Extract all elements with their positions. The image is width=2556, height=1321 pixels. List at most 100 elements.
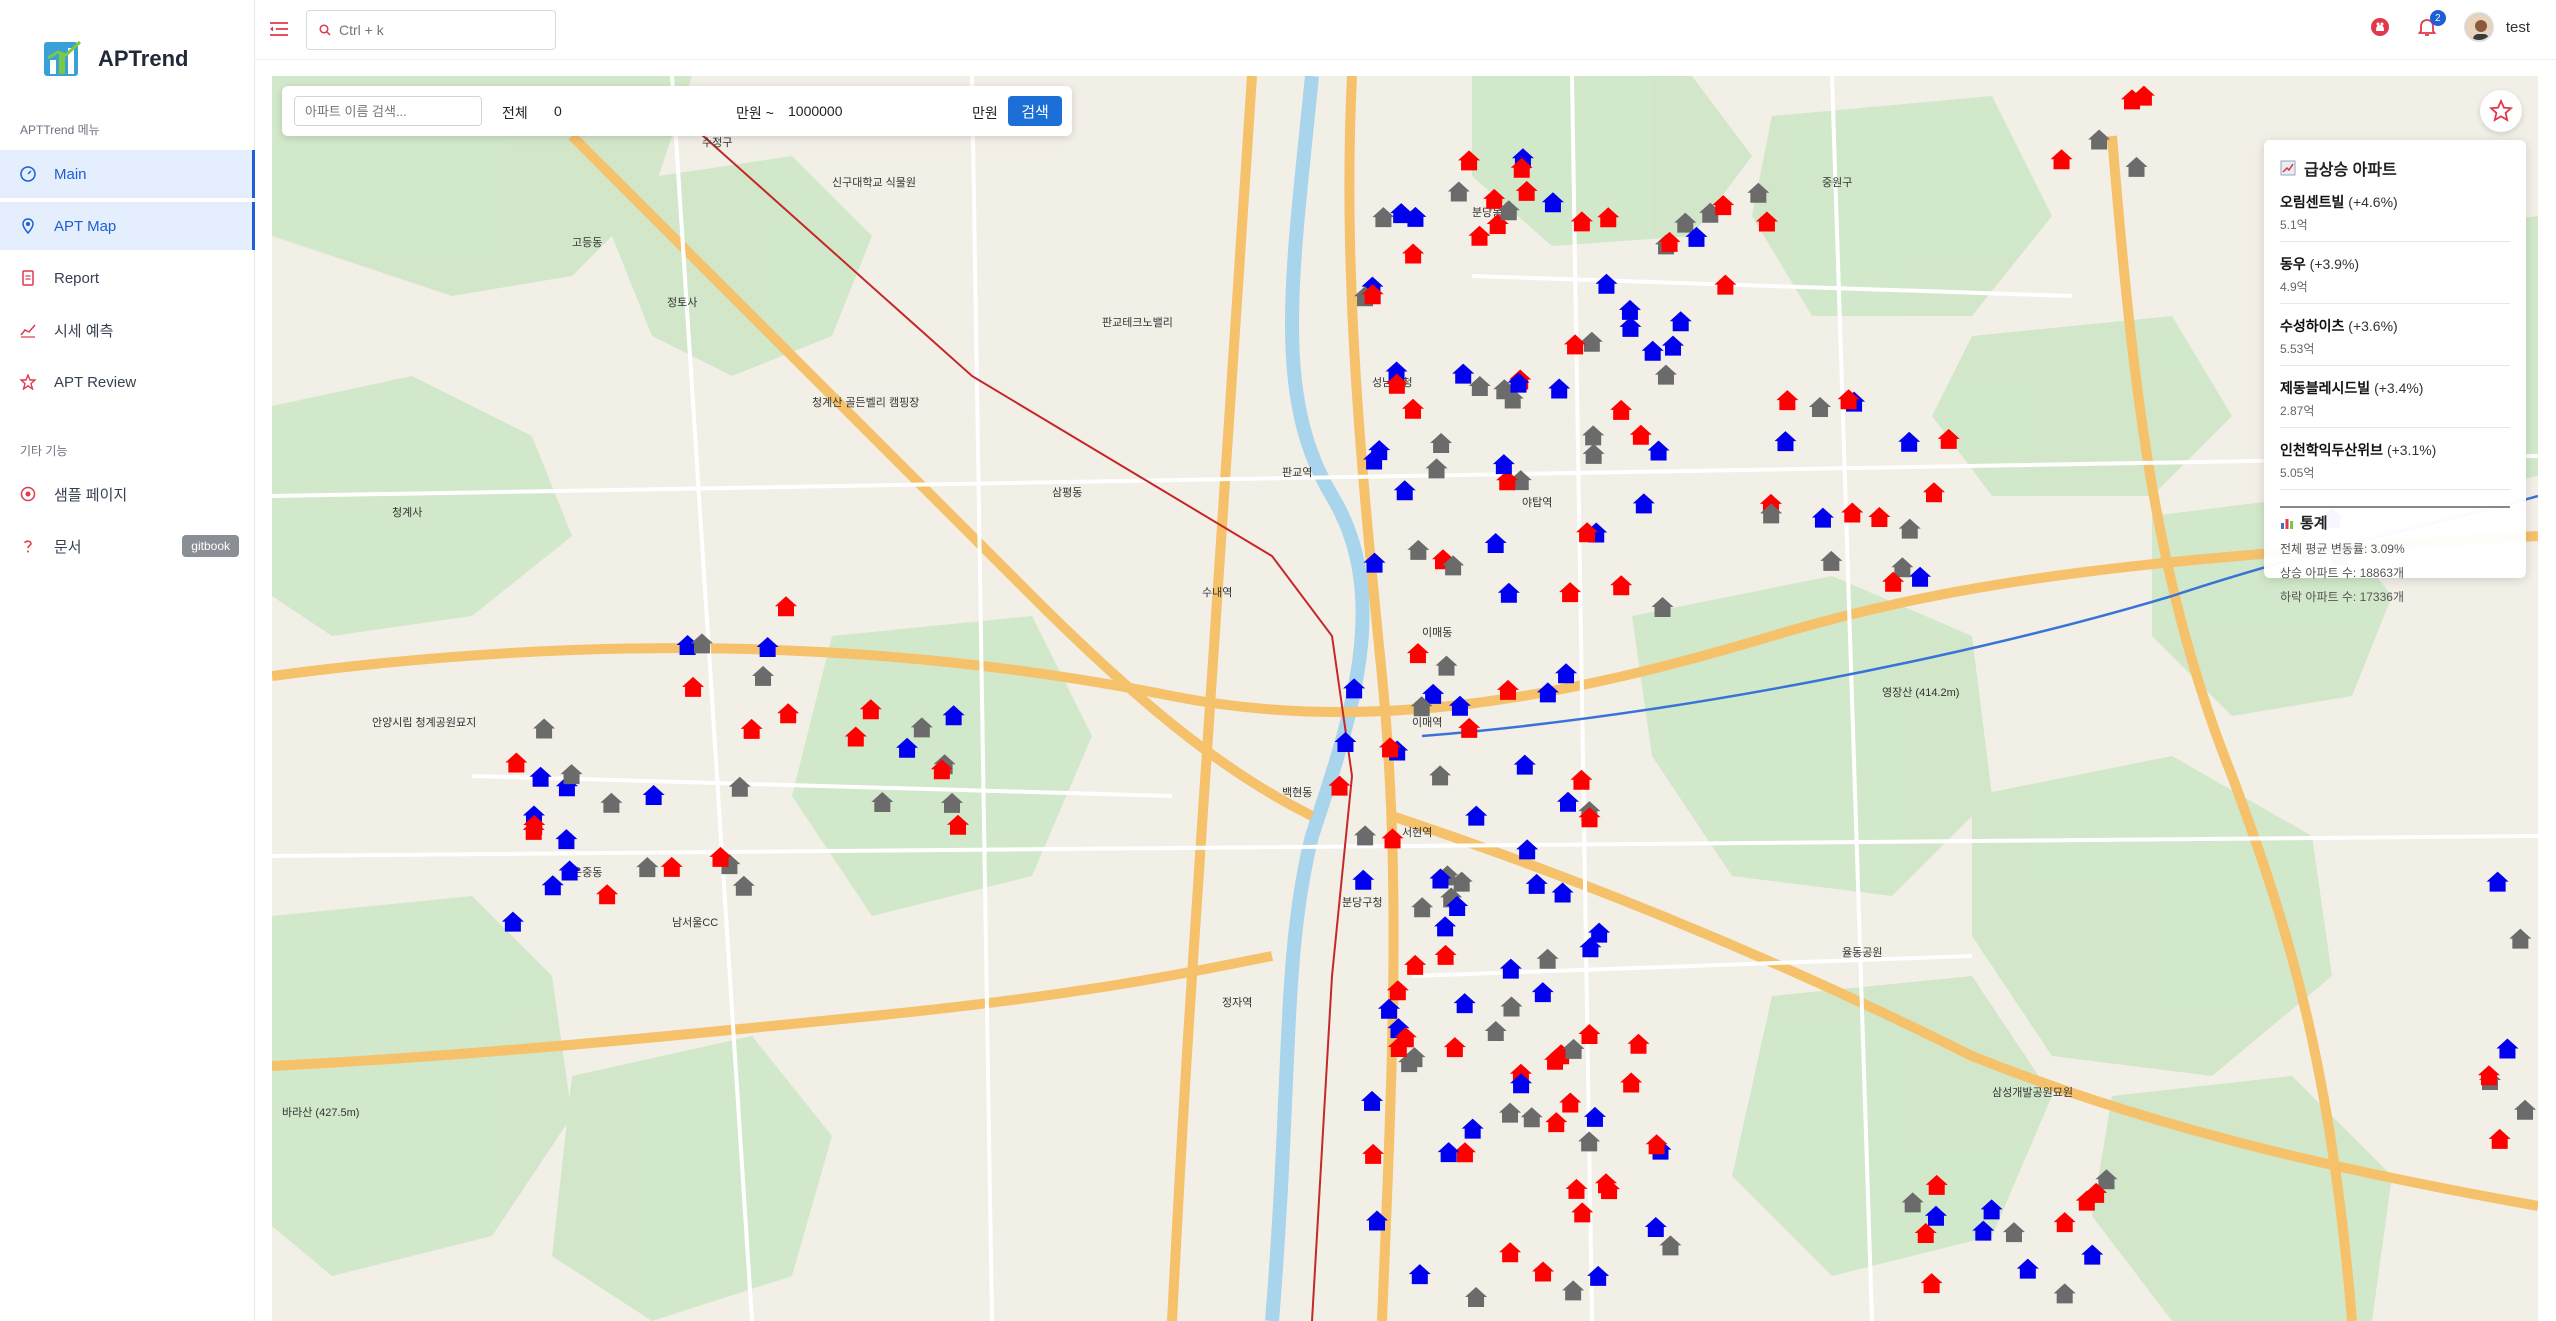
apartment-marker[interactable]: [2125, 156, 2148, 177]
apartment-marker[interactable]: [1647, 440, 1670, 461]
apartment-marker[interactable]: [1776, 390, 1799, 411]
apartment-marker[interactable]: [600, 792, 623, 813]
apartment-marker[interactable]: [1564, 334, 1587, 355]
apartment-marker[interactable]: [740, 718, 763, 739]
apartment-marker[interactable]: [1406, 643, 1429, 664]
apartment-marker[interactable]: [1808, 396, 1831, 417]
apartment-marker[interactable]: [541, 875, 564, 896]
apartment-map[interactable]: 수정구중원구성남시청분당구청이매역판교역정자역수내역서현역야탑역청계산 골든벨리…: [272, 76, 2538, 1321]
notification-button[interactable]: 2: [2416, 10, 2446, 38]
max-price-input[interactable]: 1000000: [788, 103, 843, 119]
trend-list-item[interactable]: 동우 (+3.9%) 4.9억: [2280, 242, 2510, 304]
apartment-marker[interactable]: [1429, 765, 1452, 786]
apartment-marker[interactable]: [1390, 203, 1413, 224]
apartment-marker[interactable]: [1516, 839, 1539, 860]
apartment-marker[interactable]: [777, 703, 800, 724]
apartment-marker[interactable]: [1610, 399, 1633, 420]
apartment-marker[interactable]: [1595, 1173, 1618, 1194]
apartment-marker[interactable]: [1920, 1273, 1943, 1294]
apartment-marker[interactable]: [1499, 958, 1522, 979]
apartment-marker[interactable]: [2509, 928, 2532, 949]
apartment-marker[interactable]: [1484, 1020, 1507, 1041]
apartment-marker[interactable]: [1437, 1142, 1460, 1163]
apartment-marker[interactable]: [1525, 873, 1548, 894]
apartment-marker[interactable]: [1595, 273, 1618, 294]
apartment-marker[interactable]: [1618, 299, 1641, 320]
apartment-marker[interactable]: [1484, 533, 1507, 554]
apartment-marker[interactable]: [1922, 482, 1945, 503]
apartment-marker[interactable]: [1669, 311, 1692, 332]
apartment-marker[interactable]: [1352, 869, 1375, 890]
menu-toggle-icon[interactable]: [269, 20, 289, 38]
apartment-marker[interactable]: [2488, 1128, 2511, 1149]
apartment-marker[interactable]: [1393, 480, 1416, 501]
apartment-marker[interactable]: [501, 911, 524, 932]
apartment-marker[interactable]: [1532, 1261, 1555, 1282]
username[interactable]: test: [2506, 19, 2530, 36]
apartment-marker[interactable]: [533, 718, 556, 739]
apartment-marker[interactable]: [505, 752, 528, 773]
apartment-marker[interactable]: [1820, 550, 1843, 571]
apartment-marker[interactable]: [1531, 982, 1554, 1003]
apartment-marker[interactable]: [660, 856, 683, 877]
apartment-marker[interactable]: [2088, 129, 2111, 150]
apartment-marker[interactable]: [1898, 431, 1921, 452]
apartment-marker[interactable]: [1545, 1112, 1568, 1133]
avatar[interactable]: [2463, 12, 2494, 42]
global-search-input[interactable]: [339, 22, 539, 38]
apartment-marker[interactable]: [1619, 316, 1642, 337]
apartment-marker[interactable]: [1578, 1131, 1601, 1152]
apartment-marker[interactable]: [1402, 243, 1425, 264]
apartment-marker[interactable]: [1362, 1143, 1385, 1164]
apartment-marker[interactable]: [1381, 828, 1404, 849]
apartment-marker[interactable]: [1559, 1092, 1582, 1113]
search-button[interactable]: 검색: [1008, 96, 1062, 126]
sidebar-item-apt-review[interactable]: APT Review: [0, 358, 255, 406]
apartment-marker[interactable]: [1500, 996, 1523, 1017]
min-price-input[interactable]: 0: [554, 103, 562, 119]
apartment-marker[interactable]: [1645, 1134, 1668, 1155]
apartment-marker[interactable]: [1588, 922, 1611, 943]
apartment-marker[interactable]: [1559, 582, 1582, 603]
apartment-marker[interactable]: [1555, 663, 1578, 684]
apartment-marker[interactable]: [2050, 149, 2073, 170]
apartment-marker[interactable]: [1499, 1242, 1522, 1263]
apartment-marker[interactable]: [1562, 1280, 1585, 1301]
apartment-marker[interactable]: [1513, 754, 1536, 775]
map-canvas[interactable]: 수정구중원구성남시청분당구청이매역판교역정자역수내역서현역야탑역청계산 골든벨리…: [272, 76, 2538, 1321]
apartment-marker[interactable]: [1774, 431, 1797, 452]
apartment-marker[interactable]: [1435, 655, 1458, 676]
apartment-marker[interactable]: [1620, 1072, 1643, 1093]
apartment-marker[interactable]: [1492, 454, 1515, 475]
apartment-marker[interactable]: [1562, 1038, 1585, 1059]
sidebar-item-sample-page[interactable]: 샘플 페이지: [0, 470, 255, 518]
apartment-marker[interactable]: [1556, 791, 1579, 812]
apartment-marker[interactable]: [756, 636, 779, 657]
apartment-marker[interactable]: [1434, 916, 1457, 937]
apartment-marker[interactable]: [1496, 679, 1519, 700]
sidebar-item-apt-map[interactable]: APT Map: [0, 202, 255, 250]
apartment-marker[interactable]: [1458, 717, 1481, 738]
apartment-marker[interactable]: [1811, 507, 1834, 528]
apartment-marker[interactable]: [1629, 424, 1652, 445]
sidebar-item-main[interactable]: Main: [0, 150, 255, 198]
global-search[interactable]: [306, 10, 556, 50]
apartment-marker[interactable]: [774, 596, 797, 617]
github-icon[interactable]: [2370, 17, 2390, 37]
apartment-marker[interactable]: [1425, 458, 1448, 479]
apartment-marker[interactable]: [2053, 1212, 2076, 1233]
apartment-marker[interactable]: [1408, 1264, 1431, 1285]
sidebar-item-price-forecast[interactable]: 시세 예측: [0, 306, 255, 354]
apartment-marker[interactable]: [1404, 954, 1427, 975]
apartment-marker[interactable]: [2496, 1038, 2519, 1059]
apartment-marker[interactable]: [1468, 225, 1491, 246]
trend-list-item[interactable]: 인천학익두산위브 (+3.1%) 5.05억: [2280, 428, 2510, 490]
apartment-marker[interactable]: [560, 764, 583, 785]
apartment-marker[interactable]: [1499, 1102, 1522, 1123]
apartment-marker[interactable]: [1632, 493, 1655, 514]
apartment-marker[interactable]: [1453, 993, 1476, 1014]
apartment-marker[interactable]: [2016, 1258, 2039, 1279]
trend-list-item[interactable]: 오림센트빌 (+4.6%) 5.1억: [2280, 180, 2510, 242]
apartment-marker[interactable]: [1407, 539, 1430, 560]
apartment-marker[interactable]: [636, 857, 659, 878]
